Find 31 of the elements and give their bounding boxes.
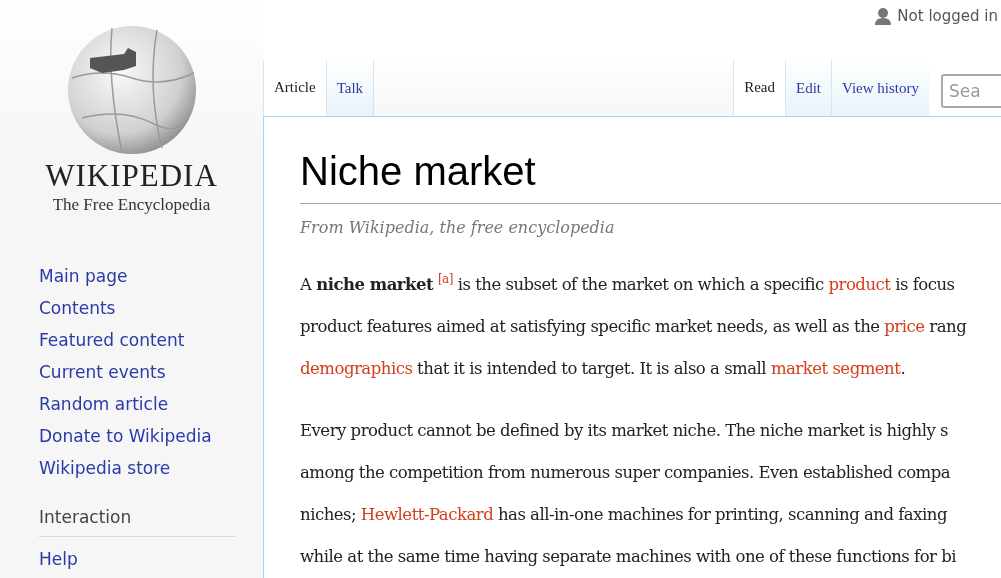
article-link[interactable]: product — [828, 274, 891, 294]
sidebar-link[interactable]: Random article — [39, 388, 169, 420]
text-line: product features aimed at satisfying specific market needs, as well as the price rang — [300, 315, 967, 338]
reference-link[interactable]: [a] — [437, 272, 453, 286]
text-line: Every product cannot be defined by its market niche. The niche market is highly s — [300, 419, 948, 442]
tab[interactable]: Talk — [325, 60, 374, 116]
article-subtitle: From Wikipedia, the free encyclopedia — [300, 218, 615, 237]
sidebar-link[interactable]: Featured content — [39, 324, 185, 356]
article-link[interactable]: Hewlett-Packard — [360, 504, 494, 524]
text-line: niches; Hewlett-Packard has all-in-one machines for printing, scanning and faxing — [300, 503, 947, 526]
sidebar-link[interactable]: Main page — [39, 260, 128, 292]
sidebar-link[interactable]: Donate to Wikipedia — [39, 420, 212, 452]
tab[interactable]: View history — [831, 60, 929, 116]
tagline: The Free Encyclopedia — [52, 195, 211, 215]
sidebar-link[interactable]: Contents — [39, 292, 116, 324]
sidebar-link[interactable]: Help — [39, 543, 78, 575]
article-link[interactable]: demographics — [300, 358, 413, 378]
section-heading: Interaction — [39, 506, 132, 529]
tab[interactable]: Edit — [785, 60, 831, 116]
article-link[interactable]: market segment — [770, 358, 901, 378]
article-link[interactable]: price — [884, 316, 925, 336]
user-icon — [875, 7, 892, 25]
text-line: while at the same time having separate machines with one of these functions for bi — [300, 545, 957, 568]
text-line: demographics that it is intended to target. It is also a small market segment. — [300, 357, 906, 380]
sidebar-link[interactable]: Wikipedia store — [39, 452, 171, 484]
wordmark: WIKIPEDIA — [45, 160, 218, 191]
login-status: Not logged in — [897, 7, 998, 25]
text-line: A niche market $^{[a]}$ is the subset of the market on which a specific product is focus — [300, 271, 955, 296]
sidebar-link[interactable]: Current events — [39, 356, 166, 388]
article-title: Niche market — [300, 147, 1001, 204]
text-line: among the competition from numerous super companies. Even established compa — [300, 461, 951, 484]
